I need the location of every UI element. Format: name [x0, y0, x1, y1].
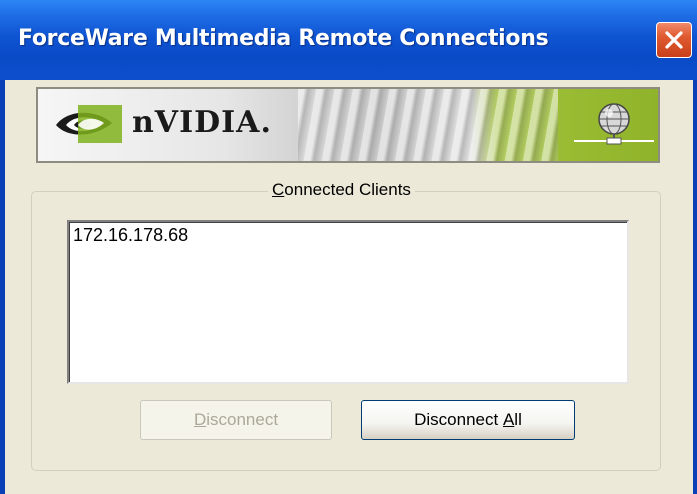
clients-listbox[interactable]: 172.16.178.68: [67, 220, 629, 384]
disconnect-all-button[interactable]: Disconnect All: [361, 400, 575, 440]
nvidia-banner: nVIDIA.: [36, 87, 660, 163]
banner-stripes: [298, 89, 558, 161]
group-label-text: onnected Clients: [284, 180, 411, 199]
close-icon: [665, 31, 683, 49]
connected-clients-group: Connected Clients 172.16.178.68 Disconne…: [31, 180, 661, 471]
disconnect-button[interactable]: Disconnect: [140, 400, 332, 440]
group-label-mnemonic: C: [272, 180, 285, 199]
nvidia-eye-icon: [56, 105, 122, 143]
dialog-window: ForceWare Multimedia Remote Connections …: [0, 0, 697, 494]
title-bar[interactable]: ForceWare Multimedia Remote Connections: [0, 0, 697, 80]
disconnect-all-label-prefix: Disconnect: [414, 410, 503, 429]
disconnect-label: isconnect: [206, 410, 279, 429]
network-globe-icon: [574, 103, 654, 145]
disconnect-all-mnemonic: A: [502, 410, 515, 429]
disconnect-mnemonic: D: [193, 410, 207, 429]
group-label: Connected Clients: [268, 180, 415, 200]
list-item[interactable]: 172.16.178.68: [73, 225, 188, 246]
close-button[interactable]: [656, 22, 692, 58]
nvidia-wordmark: nVIDIA.: [132, 105, 272, 140]
dialog-body: nVIDIA. Connected Clients 172.16.178.68 …: [5, 80, 693, 494]
window-title: ForceWare Multimedia Remote Connections: [18, 26, 549, 51]
disconnect-all-label-rest: ll: [514, 410, 522, 429]
